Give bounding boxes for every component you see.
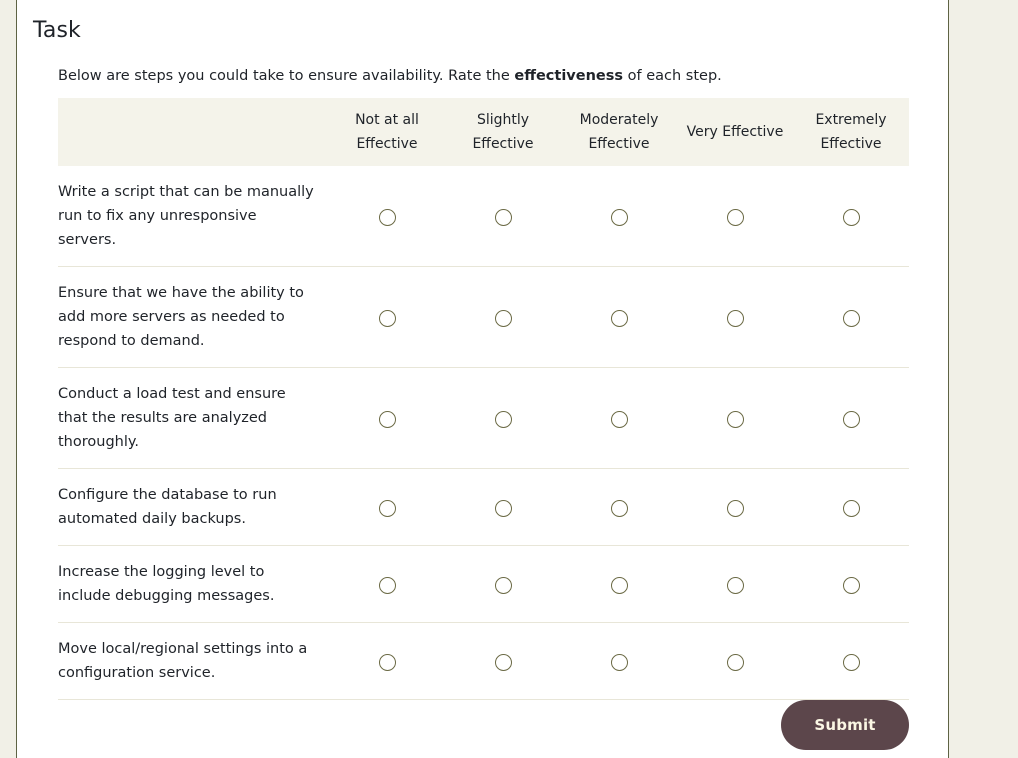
- radio-cell[interactable]: [561, 266, 677, 368]
- radio-button-r0-c1[interactable]: [494, 208, 512, 226]
- radio-button-r3-c2[interactable]: [610, 499, 628, 517]
- instruction-suffix: of each step.: [623, 68, 722, 84]
- radio-cell[interactable]: [329, 367, 445, 469]
- submit-button[interactable]: Submit: [781, 700, 909, 750]
- matrix-header: Not at all Effective Slightly Effective …: [58, 98, 909, 166]
- radio-button-r5-c1[interactable]: [494, 653, 512, 671]
- radio-button-r4-c1[interactable]: [494, 576, 512, 594]
- instruction-text: Below are steps you could take to ensure…: [58, 66, 722, 86]
- instruction-emphasis: effectiveness: [514, 68, 624, 84]
- radio-cell[interactable]: [445, 468, 561, 546]
- radio-button-r2-c1[interactable]: [494, 410, 512, 428]
- column-header-scale-0: Not at all Effective: [329, 98, 445, 166]
- radio-cell[interactable]: [561, 545, 677, 623]
- table-row: Ensure that we have the ability to add m…: [58, 266, 909, 368]
- radio-cell[interactable]: [445, 367, 561, 469]
- column-header-scale-2: Moderately Effective: [561, 98, 677, 166]
- instruction-prefix: Below are steps you could take to ensure…: [58, 68, 515, 84]
- radio-button-r2-c3[interactable]: [726, 410, 744, 428]
- radio-button-r4-c3[interactable]: [726, 576, 744, 594]
- radio-button-r3-c0[interactable]: [378, 499, 396, 517]
- radio-cell[interactable]: [793, 166, 909, 267]
- radio-button-r1-c1[interactable]: [494, 309, 512, 327]
- radio-cell[interactable]: [561, 367, 677, 469]
- radio-cell[interactable]: [677, 622, 793, 700]
- matrix-body: Write a script that can be manually run …: [58, 166, 909, 700]
- page-title: Task: [33, 18, 81, 43]
- radio-cell[interactable]: [677, 166, 793, 267]
- radio-cell[interactable]: [445, 166, 561, 267]
- radio-button-r2-c0[interactable]: [378, 410, 396, 428]
- radio-button-r4-c4[interactable]: [842, 576, 860, 594]
- radio-cell[interactable]: [329, 166, 445, 267]
- radio-cell[interactable]: [677, 367, 793, 469]
- radio-button-r0-c0[interactable]: [378, 208, 396, 226]
- radio-cell[interactable]: [561, 166, 677, 267]
- radio-cell[interactable]: [445, 266, 561, 368]
- radio-button-r4-c2[interactable]: [610, 576, 628, 594]
- radio-cell[interactable]: [677, 545, 793, 623]
- row-statement: Conduct a load test and ensure that the …: [58, 367, 329, 469]
- column-header-scale-4: Extremely Effective: [793, 98, 909, 166]
- radio-button-r5-c0[interactable]: [378, 653, 396, 671]
- radio-cell[interactable]: [561, 622, 677, 700]
- radio-cell[interactable]: [793, 622, 909, 700]
- radio-cell[interactable]: [677, 266, 793, 368]
- radio-button-r0-c4[interactable]: [842, 208, 860, 226]
- radio-cell[interactable]: [793, 545, 909, 623]
- radio-button-r1-c0[interactable]: [378, 309, 396, 327]
- radio-cell[interactable]: [329, 266, 445, 368]
- survey-page: Task Below are steps you could take to e…: [0, 0, 1018, 758]
- row-statement: Move local/regional settings into a conf…: [58, 622, 329, 700]
- radio-cell[interactable]: [793, 266, 909, 368]
- column-header-scale-1: Slightly Effective: [445, 98, 561, 166]
- matrix-header-row: Not at all Effective Slightly Effective …: [58, 98, 909, 166]
- table-row: Conduct a load test and ensure that the …: [58, 367, 909, 469]
- radio-button-r2-c2[interactable]: [610, 410, 628, 428]
- radio-cell[interactable]: [329, 468, 445, 546]
- radio-cell[interactable]: [445, 545, 561, 623]
- table-row: Increase the logging level to include de…: [58, 545, 909, 623]
- radio-button-r5-c4[interactable]: [842, 653, 860, 671]
- row-statement: Write a script that can be manually run …: [58, 166, 329, 267]
- table-row: Write a script that can be manually run …: [58, 166, 909, 267]
- radio-cell[interactable]: [793, 367, 909, 469]
- radio-cell[interactable]: [329, 622, 445, 700]
- effectiveness-matrix: Not at all Effective Slightly Effective …: [58, 98, 909, 700]
- radio-button-r0-c2[interactable]: [610, 208, 628, 226]
- column-header-scale-3: Very Effective: [677, 98, 793, 166]
- row-statement: Increase the logging level to include de…: [58, 545, 329, 623]
- column-header-statement: [58, 98, 329, 166]
- row-statement: Configure the database to run automated …: [58, 468, 329, 546]
- radio-button-r3-c4[interactable]: [842, 499, 860, 517]
- radio-button-r2-c4[interactable]: [842, 410, 860, 428]
- radio-button-r3-c1[interactable]: [494, 499, 512, 517]
- radio-button-r4-c0[interactable]: [378, 576, 396, 594]
- radio-cell[interactable]: [561, 468, 677, 546]
- radio-cell[interactable]: [445, 622, 561, 700]
- radio-button-r1-c2[interactable]: [610, 309, 628, 327]
- radio-button-r1-c3[interactable]: [726, 309, 744, 327]
- radio-cell[interactable]: [329, 545, 445, 623]
- radio-cell[interactable]: [677, 468, 793, 546]
- radio-button-r5-c2[interactable]: [610, 653, 628, 671]
- table-row: Configure the database to run automated …: [58, 468, 909, 546]
- radio-button-r1-c4[interactable]: [842, 309, 860, 327]
- radio-button-r3-c3[interactable]: [726, 499, 744, 517]
- radio-button-r0-c3[interactable]: [726, 208, 744, 226]
- content-panel: Task Below are steps you could take to e…: [16, 0, 949, 758]
- row-statement: Ensure that we have the ability to add m…: [58, 266, 329, 368]
- radio-button-r5-c3[interactable]: [726, 653, 744, 671]
- submit-row: Submit: [58, 700, 909, 752]
- radio-cell[interactable]: [793, 468, 909, 546]
- table-row: Move local/regional settings into a conf…: [58, 622, 909, 700]
